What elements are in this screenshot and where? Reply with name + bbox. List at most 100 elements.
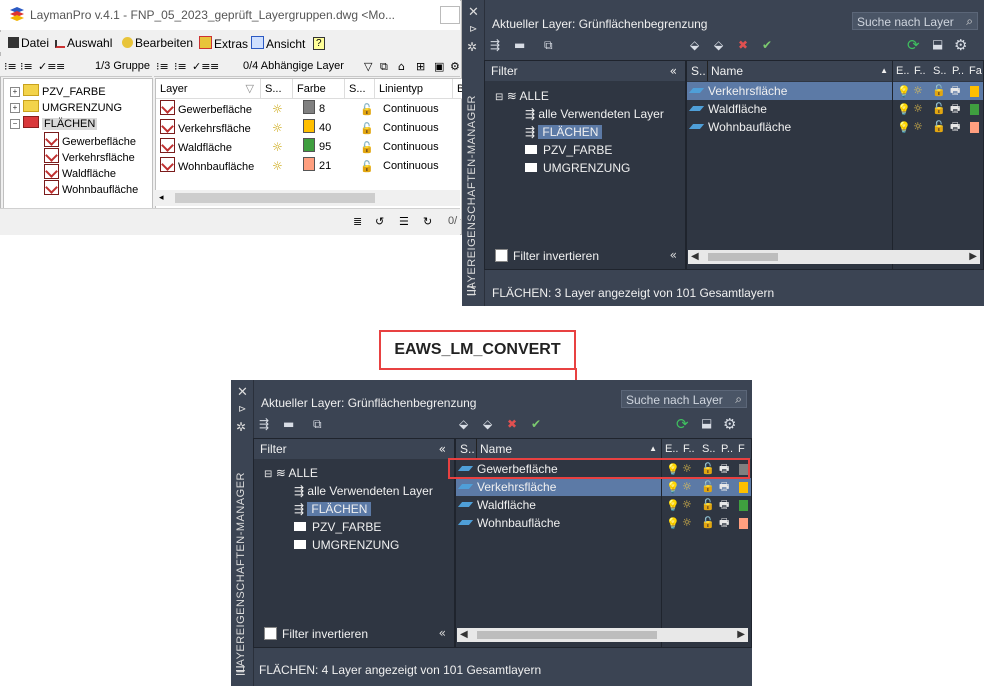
- collapse-left-icon[interactable]: «: [439, 626, 446, 640]
- layer-states-manager-icon[interactable]: ⧉: [313, 417, 322, 432]
- collapse-left-icon[interactable]: «: [670, 61, 677, 81]
- layer-group-icon[interactable]: ⌂: [398, 60, 405, 73]
- color-col-header[interactable]: F: [738, 439, 745, 459]
- light-bulb-icon[interactable]: 💡: [897, 85, 911, 98]
- menu-auswahl[interactable]: Auswahl: [55, 36, 112, 50]
- autohide-icon[interactable]: ⊳: [238, 404, 246, 415]
- grid-icon[interactable]: ⊞: [416, 60, 425, 73]
- tree-item-flaechen[interactable]: − FLÄCHEN: [10, 116, 98, 131]
- menu-datei[interactable]: Datei: [8, 36, 49, 50]
- scroll-right-icon[interactable]: ▶: [969, 250, 977, 264]
- color-swatch[interactable]: [970, 86, 979, 97]
- filter-item-flaechen[interactable]: ⇶ FLÄCHEN: [294, 500, 372, 518]
- settings-icon[interactable]: ⚙: [723, 415, 736, 433]
- scroll-right-icon[interactable]: ▶: [737, 628, 745, 642]
- col-layer[interactable]: Layer ▽: [156, 79, 261, 99]
- on-col-header[interactable]: E..: [896, 65, 909, 77]
- search-input[interactable]: Suche nach Layer ⌕: [621, 390, 747, 408]
- lock-open-icon[interactable]: 🔓: [360, 138, 374, 157]
- redo-icon[interactable]: ↻: [423, 215, 432, 228]
- sun-icon[interactable]: ☼: [682, 496, 692, 514]
- layer-list-hscrollbar[interactable]: ◀ ▶: [457, 628, 748, 642]
- plot-col-header[interactable]: P..: [721, 439, 733, 459]
- col-state[interactable]: S...: [261, 79, 293, 99]
- new-layer-vp-frozen-icon[interactable]: ⬙: [483, 417, 492, 431]
- sun-icon[interactable]: ☼: [913, 82, 923, 100]
- refresh-icon[interactable]: ⟳: [907, 36, 920, 54]
- close-icon[interactable]: ✕: [237, 384, 248, 400]
- new-group-filter-icon[interactable]: ▬: [283, 417, 294, 431]
- invert-filter-checkbox[interactable]: Filter invertieren: [264, 625, 368, 643]
- tree-item-wohnbauflaeche[interactable]: Wohnbaufläche: [44, 180, 138, 196]
- filter-item-pzv-farbe[interactable]: PZV_FARBE: [294, 518, 381, 536]
- tree-item-pzv-farbe[interactable]: + PZV_FARBE: [10, 84, 106, 99]
- menu-help[interactable]: ?: [313, 37, 325, 50]
- scrollbar-thumb[interactable]: [708, 253, 778, 261]
- lock-open-icon[interactable]: 🔓: [701, 514, 715, 532]
- color-swatch[interactable]: [739, 500, 748, 511]
- layer-states-manager-icon[interactable]: ⧉: [544, 38, 553, 53]
- sort-asc-icon[interactable]: ▲: [880, 61, 888, 81]
- expand-icon[interactable]: +: [10, 87, 20, 97]
- filter-item-umgrenzung[interactable]: UMGRENZUNG: [294, 536, 399, 554]
- sun-icon[interactable]: ☼: [682, 514, 692, 532]
- check-list-icon[interactable]: ✓≡: [38, 60, 56, 73]
- printer-icon[interactable]: 🖶: [719, 478, 729, 496]
- search-icon[interactable]: ⌕: [966, 12, 973, 30]
- delete-layer-icon[interactable]: ✖: [738, 38, 748, 52]
- sun-icon[interactable]: ☼: [913, 118, 923, 136]
- layer-row-waldflaeche[interactable]: Waldfläche: [688, 100, 767, 118]
- color-cell[interactable]: 21: [303, 157, 331, 176]
- scrollbar-thumb[interactable]: [175, 193, 375, 203]
- thaw-sun-icon[interactable]: ☼: [272, 138, 283, 157]
- lock-col-header[interactable]: S..: [933, 61, 946, 81]
- linetype[interactable]: Continuous: [383, 100, 439, 119]
- name-col-header[interactable]: Name: [711, 61, 743, 81]
- lock-open-icon[interactable]: 🔓: [701, 496, 715, 514]
- layer-row-verkehrsflaeche[interactable]: Verkehrsfläche: [688, 82, 787, 100]
- collapse-icon[interactable]: ⊟: [264, 469, 272, 480]
- new-layer-icon[interactable]: ⬙: [690, 38, 699, 52]
- lock-open-icon[interactable]: 🔓: [360, 157, 374, 176]
- tree-item-waldflaeche[interactable]: Waldfläche: [44, 164, 116, 180]
- properties-icon[interactable]: ✲: [467, 40, 477, 54]
- menu-bearbeiten[interactable]: Bearbeiten: [122, 36, 193, 50]
- checkbox-box[interactable]: [495, 249, 508, 262]
- tree-item-gewerbeflaeche[interactable]: Gewerbefläche: [44, 132, 136, 148]
- layer-list-hscrollbar[interactable]: ◀ ▶: [688, 250, 980, 264]
- filter-item-alle[interactable]: ⊟ ≋ ALLE: [495, 87, 549, 105]
- filter-icon[interactable]: ▽: [364, 60, 372, 73]
- lock-open-icon[interactable]: 🔓: [701, 478, 715, 496]
- filter-item-umgrenzung[interactable]: UMGRENZUNG: [525, 159, 630, 177]
- filter-item-pzv-farbe[interactable]: PZV_FARBE: [525, 141, 612, 159]
- settings-layer-icon[interactable]: ⬓: [932, 37, 943, 51]
- lock-open-icon[interactable]: 🔓: [360, 119, 374, 138]
- name-col-header[interactable]: Name: [480, 439, 512, 459]
- settings-layer-icon[interactable]: ⬓: [701, 416, 712, 430]
- col-linientyp[interactable]: Linientyp: [375, 79, 453, 99]
- undo-icon[interactable]: ↺: [375, 215, 384, 228]
- freeze-col-header[interactable]: F..: [683, 439, 695, 459]
- layer-row-wohnbauflaeche[interactable]: Wohnbaufläche: [457, 514, 560, 532]
- layout-icon[interactable]: ▣: [434, 60, 444, 73]
- layers-icon[interactable]: ☰: [399, 215, 409, 228]
- filter-item-alle[interactable]: ⊟ ≋ ALLE: [264, 464, 318, 482]
- color-swatch[interactable]: [739, 482, 748, 493]
- refresh-icon[interactable]: ⟳: [676, 415, 689, 433]
- list-icon[interactable]: ≡: [56, 60, 65, 73]
- filter-item-used-layers[interactable]: ⇶ alle Verwendeten Layer: [525, 105, 664, 123]
- expand-all-icon[interactable]: ⁝≡: [4, 60, 17, 73]
- on-col-header[interactable]: E..: [665, 443, 678, 455]
- scrollbar-thumb[interactable]: [477, 631, 657, 639]
- set-current-icon[interactable]: ✔: [531, 417, 541, 431]
- printer-icon[interactable]: 🖶: [950, 100, 960, 118]
- filter-item-used-layers[interactable]: ⇶ alle Verwendeten Layer: [294, 482, 433, 500]
- layer-row-waldflaeche[interactable]: Waldfläche: [457, 496, 536, 514]
- color-swatch[interactable]: [739, 518, 748, 529]
- light-bulb-icon[interactable]: 💡: [666, 481, 680, 494]
- plot-col-header[interactable]: P..: [952, 61, 964, 81]
- light-bulb-icon[interactable]: 💡: [897, 103, 911, 116]
- color-swatch[interactable]: [970, 122, 979, 133]
- lock-open-icon[interactable]: 🔓: [932, 100, 946, 118]
- collapse-left-icon[interactable]: «: [439, 439, 446, 459]
